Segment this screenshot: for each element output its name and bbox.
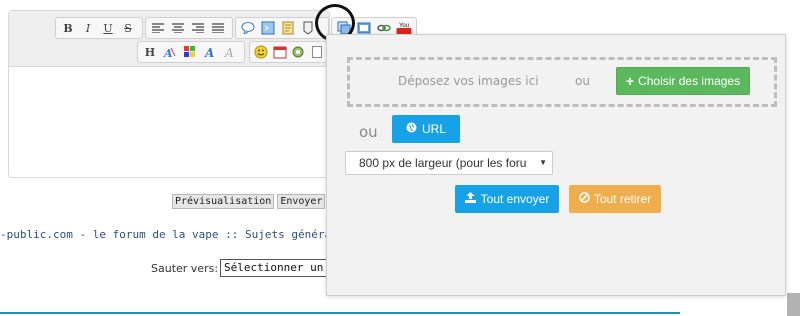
message-textarea[interactable] <box>9 68 329 177</box>
svg-text:A: A <box>204 46 214 58</box>
smiley-icon[interactable] <box>252 43 271 61</box>
underline-button[interactable]: U <box>98 19 118 37</box>
send-all-button[interactable]: Tout envoyer <box>455 185 559 213</box>
choose-images-label: Choisir des images <box>638 74 741 88</box>
image-size-select[interactable]: 800 px de largeur (pour les foru ▼ <box>345 151 553 175</box>
align-center-icon[interactable] <box>168 19 188 37</box>
code-icon[interactable] <box>258 19 278 37</box>
dropzone-text: Déposez vos images ici <box>398 74 539 88</box>
form-buttons: Prévisualisation Envoyer <box>172 194 326 209</box>
format-group: B I U S <box>55 17 143 39</box>
upload-icon <box>464 192 476 206</box>
remove-all-label: Tout retirer <box>593 192 652 206</box>
color-icon[interactable] <box>180 43 200 61</box>
extras-group <box>249 41 329 63</box>
url-button[interactable]: URL <box>392 115 460 143</box>
jump-label: Sauter vers: <box>151 262 219 275</box>
url-label: URL <box>421 122 446 136</box>
calendar-icon[interactable] <box>271 43 290 61</box>
scrollbar-thumb[interactable] <box>787 293 800 316</box>
image-upload-popup: Déposez vos images ici ou + Choisir des … <box>326 34 786 296</box>
image-size-value: 800 px de largeur (pour les foru <box>359 156 527 170</box>
footer-divider <box>0 312 680 314</box>
remove-all-button[interactable]: Tout retirer <box>569 185 661 213</box>
message-editor: B I U S You H A A A <box>8 10 417 178</box>
dropzone-or: ou <box>575 74 590 88</box>
caret-down-icon: ▼ <box>539 158 547 167</box>
clear-format-icon[interactable]: A <box>220 43 240 61</box>
heading-button[interactable]: H <box>140 43 160 61</box>
align-right-icon[interactable] <box>188 19 208 37</box>
document-icon[interactable] <box>278 19 298 37</box>
send-button[interactable]: Envoyer <box>277 194 326 209</box>
youtube-label: You <box>399 23 409 29</box>
forum-breadcrumb[interactable]: -public.com - le forum de la vape :: Suj… <box>0 228 330 241</box>
globe-icon <box>406 122 417 136</box>
text-style-group: H A A A <box>137 41 245 63</box>
send-all-label: Tout envoyer <box>480 192 550 206</box>
quote-icon[interactable] <box>238 19 258 37</box>
source-icon[interactable] <box>308 43 327 61</box>
settings-icon[interactable] <box>289 43 308 61</box>
choose-images-button[interactable]: + Choisir des images <box>616 67 750 95</box>
jump-select[interactable]: Sélectionner un fo <box>220 259 328 277</box>
preview-button[interactable]: Prévisualisation <box>172 194 275 209</box>
strike-button[interactable]: S <box>118 19 138 37</box>
ban-icon <box>579 192 590 206</box>
italic-button[interactable]: I <box>78 19 98 37</box>
font-icon[interactable]: A <box>200 43 220 61</box>
font-size-icon[interactable]: A <box>160 43 180 61</box>
plus-icon: + <box>625 73 635 89</box>
svg-text:A: A <box>224 46 234 58</box>
bold-button[interactable]: B <box>58 19 78 37</box>
image-dropzone[interactable]: Déposez vos images ici ou + Choisir des … <box>347 57 777 107</box>
editor-toolbar: B I U S You H A A A <box>9 11 417 67</box>
align-group <box>145 17 233 39</box>
or-label: ou <box>359 123 378 141</box>
align-left-icon[interactable] <box>148 19 168 37</box>
align-justify-icon[interactable] <box>208 19 228 37</box>
